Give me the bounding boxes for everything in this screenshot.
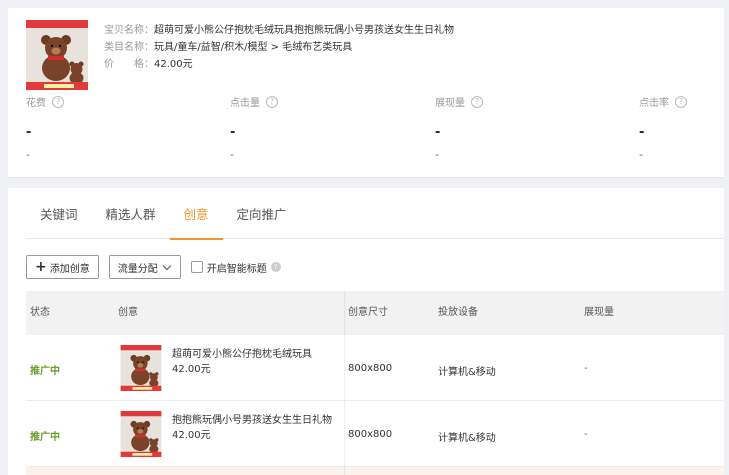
creative-device: 计算机&移动 [438, 433, 496, 444]
tab-creative[interactable]: 创意 [169, 188, 223, 240]
tab-targeted-promotion[interactable]: 定向推广 [223, 188, 301, 239]
creative-table: 状态 创意 创意尺寸 投放设备 展现量 推广中 超萌可爱小熊公仔抱枕毛绒玩具 4… [26, 291, 724, 475]
metric-spend: 花费 ? - - [26, 94, 226, 161]
tab-keywords[interactable]: 关键词 [26, 188, 92, 239]
sticky-column-shadow [344, 291, 346, 475]
metric-value: - [230, 125, 236, 140]
product-info: 宝贝名称： 超萌可爱小熊公仔抱枕毛绒玩具抱抱熊玩偶小号男孩送女生生日礼物 类目名… [104, 22, 454, 73]
creative-size: 800x800 [348, 429, 393, 440]
product-title-label: 宝贝名称： [104, 25, 154, 36]
question-circle-icon[interactable]: ? [675, 95, 687, 108]
product-category-label: 类目名称： [104, 42, 154, 53]
creative-thumbnail[interactable] [118, 345, 164, 391]
metric-sub-value: - [435, 148, 439, 161]
question-circle-icon[interactable]: ? [471, 95, 483, 108]
tab-bar: 关键词 精选人群 创意 定向推广 [26, 188, 724, 240]
metric-value: - [435, 125, 441, 140]
question-circle-icon[interactable]: ? [266, 95, 278, 108]
tab-audience[interactable]: 精选人群 [92, 188, 170, 239]
creative-thumbnail[interactable] [118, 411, 164, 457]
metric-clicks: 点击量 ? - - [230, 94, 430, 161]
add-creative-button[interactable]: + 添加创意 [26, 255, 99, 279]
metric-value: - [639, 125, 645, 140]
creative-title: 抱抱熊玩偶小号男孩送女生生日礼物 [172, 415, 332, 426]
table-row-partial [26, 467, 724, 475]
traffic-allocation-dropdown[interactable]: 流量分配 [108, 255, 181, 279]
chevron-down-icon [162, 261, 171, 270]
creative-title: 超萌可爱小熊公仔抱枕毛绒玩具 [172, 349, 312, 360]
metric-impressions: 展现量 ? - - [435, 94, 635, 161]
info-circle-icon[interactable]: ? [270, 262, 281, 272]
product-summary-card: 宝贝名称： 超萌可爱小熊公仔抱枕毛绒玩具抱抱熊玩偶小号男孩送女生生日礼物 类目名… [8, 8, 724, 178]
metric-sub-value: - [26, 148, 30, 161]
creative-impressions: - [584, 363, 588, 374]
table-row[interactable]: 推广中 超萌可爱小熊公仔抱枕毛绒玩具 42.00元 800x800 计算机&移动… [26, 335, 724, 401]
creative-size: 800x800 [348, 363, 393, 374]
creative-management-card: 关键词 精选人群 创意 定向推广 + 添加创意 流量分配 开启智能标题 ? 状态… [8, 188, 724, 475]
creative-price: 42.00元 [172, 430, 211, 441]
smart-title-label: 开启智能标题 [206, 263, 267, 275]
metric-label: 展现量 [435, 98, 465, 109]
table-header: 状态 创意 创意尺寸 投放设备 展现量 [26, 291, 724, 335]
status-badge: 推广中 [30, 366, 60, 377]
header-impressions: 展现量 [584, 307, 614, 318]
product-price: 42.00元 [154, 59, 193, 70]
metric-label: 点击量 [230, 98, 260, 109]
header-device: 投放设备 [438, 307, 478, 318]
plus-icon: + [35, 259, 47, 275]
header-status: 状态 [30, 307, 50, 318]
product-price-label: 价 格： [104, 59, 154, 70]
smart-title-checkbox[interactable] [190, 261, 203, 273]
traffic-allocation-label: 流量分配 [117, 263, 158, 275]
metric-value: - [26, 125, 32, 140]
product-title-row: 宝贝名称： 超萌可爱小熊公仔抱枕毛绒玩具抱抱熊玩偶小号男孩送女生生日礼物 [104, 22, 454, 39]
metric-label: 花费 [26, 98, 46, 109]
add-creative-label: 添加创意 [49, 263, 90, 275]
metric-sub-value: - [230, 148, 234, 161]
metric-label: 点击率 [639, 98, 669, 109]
product-title: 超萌可爱小熊公仔抱枕毛绒玩具抱抱熊玩偶小号男孩送女生生日礼物 [154, 25, 454, 36]
product-thumbnail [26, 20, 88, 90]
creative-price: 42.00元 [172, 364, 211, 375]
product-price-row: 价 格： 42.00元 [104, 56, 454, 73]
toolbar: + 添加创意 流量分配 开启智能标题 ? [26, 255, 281, 279]
product-category-row: 类目名称： 玩具/童车/益智/积木/模型 > 毛绒布艺类玩具 [104, 39, 454, 56]
smart-title-toggle[interactable]: 开启智能标题 ? [190, 260, 281, 275]
header-size: 创意尺寸 [348, 307, 388, 318]
metric-ctr: 点击率 ? - - [639, 94, 719, 161]
status-badge: 推广中 [30, 432, 60, 443]
question-circle-icon[interactable]: ? [52, 95, 64, 108]
product-category: 玩具/童车/益智/积木/模型 > 毛绒布艺类玩具 [154, 42, 353, 53]
table-row[interactable]: 推广中 抱抱熊玩偶小号男孩送女生生日礼物 42.00元 800x800 计算机&… [26, 401, 724, 467]
metric-sub-value: - [639, 148, 643, 161]
creative-device: 计算机&移动 [438, 367, 496, 378]
header-creative: 创意 [118, 307, 138, 318]
creative-impressions: - [584, 429, 588, 440]
